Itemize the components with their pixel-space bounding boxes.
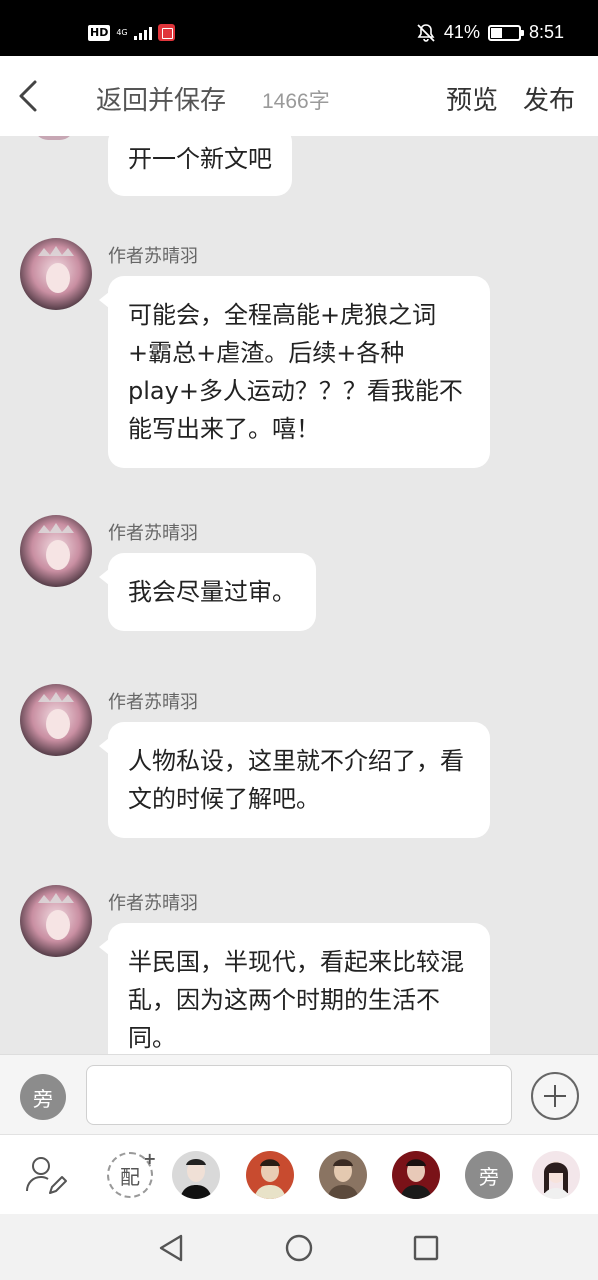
character-avatar[interactable] bbox=[172, 1151, 220, 1199]
message-text: 可能会，全程高能+虎狼之词+霸总+虐渣。后续+各种play+多人运动？？？看我能… bbox=[128, 301, 463, 443]
clock: 8:51 bbox=[528, 22, 564, 42]
battery-level bbox=[490, 27, 503, 38]
preview-button[interactable]: 预览 bbox=[446, 80, 498, 117]
character-row: 配 + 旁 bbox=[0, 1134, 598, 1214]
back-triangle-icon[interactable] bbox=[151, 1228, 191, 1268]
signal-icon bbox=[133, 26, 152, 40]
back-button[interactable] bbox=[8, 74, 48, 118]
character-avatar[interactable] bbox=[246, 1151, 294, 1199]
message-text: 开一个新文吧 bbox=[128, 145, 272, 173]
avatar[interactable] bbox=[20, 238, 92, 310]
narrator-selector[interactable]: 旁 bbox=[20, 1074, 66, 1120]
chevron-left-icon bbox=[19, 80, 37, 112]
home-circle-icon[interactable] bbox=[279, 1228, 319, 1268]
avatar bbox=[34, 136, 74, 140]
message-input[interactable] bbox=[86, 1065, 512, 1125]
character-avatar[interactable] bbox=[319, 1151, 367, 1199]
return-and-save-button[interactable]: 返回并保存 bbox=[96, 80, 226, 117]
system-nav-bar bbox=[0, 1214, 598, 1280]
message-bubble[interactable]: 我会尽量过审。 bbox=[99, 553, 316, 631]
hd-icon: HD bbox=[88, 24, 111, 41]
message-text: 人物私设，这里就不介绍了，看文的时候了解吧。 bbox=[128, 747, 464, 813]
message-bubble[interactable]: 开一个新文吧 bbox=[108, 136, 292, 196]
mute-bell-icon bbox=[417, 23, 435, 42]
message-bubble[interactable]: 可能会，全程高能+虎狼之词+霸总+虐渣。后续+各种play+多人运动？？？看我能… bbox=[99, 276, 490, 468]
narrator-avatar[interactable]: 旁 bbox=[465, 1151, 513, 1199]
status-bar: HD 4G 41% 8:51 bbox=[0, 0, 598, 56]
notification-app-icon bbox=[157, 24, 175, 41]
character-avatar[interactable] bbox=[532, 1151, 580, 1199]
plus-circle-icon[interactable] bbox=[531, 1072, 579, 1120]
avatar[interactable] bbox=[20, 684, 92, 756]
publish-button[interactable]: 发布 bbox=[523, 80, 575, 117]
add-plus-icon: + bbox=[143, 1149, 157, 1168]
battery-percent: 41% bbox=[443, 22, 480, 42]
word-count: 1466字 bbox=[262, 90, 330, 113]
chat-area[interactable]: 开一个新文吧 作者苏晴羽 可能会，全程高能+虎狼之词+霸总+虐渣。后续+各种pl… bbox=[0, 136, 598, 1054]
avatar[interactable] bbox=[20, 515, 92, 587]
network-label: 4G bbox=[116, 27, 128, 37]
message-bubble[interactable]: 人物私设，这里就不介绍了，看文的时候了解吧。 bbox=[99, 722, 490, 838]
author-name: 作者苏晴羽 bbox=[108, 523, 198, 544]
status-left: HD 4G bbox=[88, 24, 175, 41]
author-name: 作者苏晴羽 bbox=[108, 246, 198, 267]
top-header: 返回并保存 1466字 预览 发布 bbox=[0, 56, 598, 136]
recents-square-icon[interactable] bbox=[406, 1228, 446, 1268]
author-name: 作者苏晴羽 bbox=[108, 893, 198, 914]
network-type: 4G bbox=[116, 27, 128, 37]
author-name: 作者苏晴羽 bbox=[108, 692, 198, 713]
user-edit-icon[interactable] bbox=[24, 1153, 68, 1197]
message-bubble[interactable]: 半民国，半现代，看起来比较混乱，因为这两个时期的生活不同。 bbox=[99, 923, 490, 1054]
avatar[interactable] bbox=[20, 885, 92, 957]
input-bar: 旁 bbox=[0, 1054, 598, 1134]
character-avatar[interactable] bbox=[392, 1151, 440, 1199]
message-text: 半民国，半现代，看起来比较混乱，因为这两个时期的生活不同。 bbox=[128, 948, 464, 1052]
battery-icon bbox=[487, 24, 524, 41]
message-text: 我会尽量过审。 bbox=[128, 578, 296, 606]
status-right: 41% 8:51 bbox=[416, 22, 564, 43]
add-character-label: 配 bbox=[120, 1164, 140, 1189]
